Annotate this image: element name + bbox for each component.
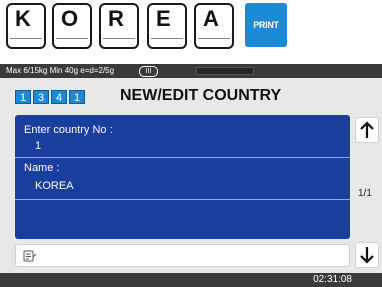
menu-code-digit: 3: [33, 90, 49, 104]
key-r[interactable]: R: [99, 3, 139, 49]
footer-bar: 02:31:08: [0, 273, 382, 287]
accuracy-class-badge: III: [139, 66, 158, 77]
name-label: Name :: [24, 162, 60, 174]
edit-icon: [23, 250, 37, 262]
country-no-label: Enter country No :: [24, 124, 113, 136]
divider: [15, 199, 350, 200]
scale-screen: Max 6/15kg Min 40g e=d=2/5g III 1 3 4 1 …: [0, 64, 382, 287]
key-o[interactable]: O: [52, 3, 92, 49]
divider: [15, 157, 350, 158]
key-e[interactable]: E: [147, 3, 187, 49]
menu-code-digit: 1: [69, 90, 85, 104]
input-field[interactable]: [15, 244, 350, 267]
edit-panel: Enter country No : 1 Name : KOREA: [15, 115, 350, 239]
status-text: Max 6/15kg Min 40g e=d=2/5g: [6, 66, 115, 75]
print-button[interactable]: PRINT: [245, 3, 287, 47]
page-indicator: 1/1: [358, 188, 372, 199]
status-bar: Max 6/15kg Min 40g e=d=2/5g III: [0, 64, 382, 78]
menu-code-digit: 1: [15, 90, 31, 104]
menu-code: 1 3 4 1: [15, 90, 85, 104]
status-block: [196, 67, 254, 75]
scroll-up-button[interactable]: [355, 117, 379, 143]
name-value[interactable]: KOREA: [35, 180, 74, 192]
arrow-down-icon: [360, 247, 374, 264]
country-no-value[interactable]: 1: [35, 140, 41, 152]
key-row: K O R E A PRINT: [0, 0, 382, 58]
arrow-up-icon: [360, 121, 374, 138]
clock-time: 02:31:08: [313, 274, 352, 285]
key-k[interactable]: K: [6, 3, 46, 49]
menu-code-digit: 4: [51, 90, 67, 104]
scroll-down-button[interactable]: [355, 242, 379, 268]
key-a[interactable]: A: [194, 3, 234, 49]
page-title: NEW/EDIT COUNTRY: [120, 87, 282, 104]
